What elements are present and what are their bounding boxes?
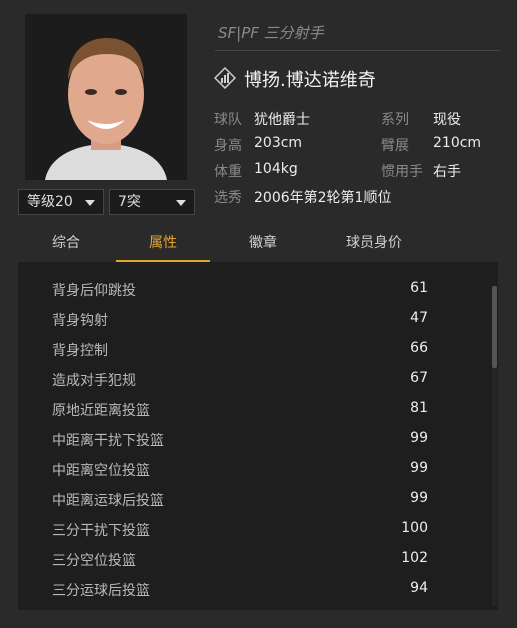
chevron-down-icon xyxy=(85,200,95,206)
level-dropdown[interactable]: 等级20 xyxy=(18,189,104,215)
info-team: 球队 犹他爵士 xyxy=(214,109,310,129)
attribute-name: 三分运球后投篮 xyxy=(52,583,150,599)
attribute-value: 81 xyxy=(410,400,428,416)
attribute-row: 三分运球后投篮 94 xyxy=(18,573,488,603)
attribute-value: 47 xyxy=(410,310,428,326)
info-draft-value: 2006年第2轮第1顺位 xyxy=(254,190,392,206)
attribute-name: 背身钩射 xyxy=(52,313,108,329)
attribute-value: 99 xyxy=(410,490,428,506)
attribute-name: 中距离空位投篮 xyxy=(52,463,150,479)
info-height-label: 身高 xyxy=(214,138,242,154)
info-series-value: 现役 xyxy=(433,112,461,128)
attribute-value: 94 xyxy=(410,580,428,596)
attribute-row: 中距离运球后投篮 99 xyxy=(18,483,488,513)
attribute-row: 中距离空位投篮 99 xyxy=(18,453,488,483)
attributes-panel: 背身后仰跳投 61 背身钩射 47 背身控制 66 造成对手犯规 67 原地近距离投篮 8… xyxy=(18,262,498,610)
player-photo xyxy=(25,14,187,180)
attribute-name: 背身后仰跳投 xyxy=(52,283,136,299)
attribute-name: 三分空位投篮 xyxy=(52,553,136,569)
attribute-row: 原地近距离投篮 81 xyxy=(18,393,488,423)
info-hand-value: 右手 xyxy=(433,164,461,180)
attribute-name: 中距离干扰下投篮 xyxy=(52,433,164,449)
info-series-label: 系列 xyxy=(381,112,409,128)
info-series: 系列 现役 xyxy=(381,109,461,129)
attribute-name: 背身控制 xyxy=(52,343,108,359)
info-height: 身高 203cm xyxy=(214,135,302,155)
info-weight-value: 104kg xyxy=(254,161,298,177)
attribute-row: 背身钩射 47 xyxy=(18,303,488,333)
player-name: 博扬.博达诺维奇 xyxy=(244,70,376,91)
attribute-row: 背身后仰跳投 61 xyxy=(18,273,488,303)
info-weight-label: 体重 xyxy=(214,164,242,180)
tab-player-value[interactable]: 球员身价 xyxy=(318,226,430,262)
info-draft: 选秀 2006年第2轮第1顺位 xyxy=(214,187,391,207)
player-tier-icon xyxy=(213,66,237,90)
info-weight: 体重 104kg xyxy=(214,161,298,181)
info-draft-label: 选秀 xyxy=(214,190,242,206)
tab-badges[interactable]: 徽章 xyxy=(223,226,303,262)
info-hand-label: 惯用手 xyxy=(381,164,423,180)
info-team-label: 球队 xyxy=(214,112,242,128)
info-hand: 惯用手 右手 xyxy=(381,161,461,181)
info-wingspan: 臂展 210cm xyxy=(381,135,481,155)
chevron-down-icon xyxy=(176,200,186,206)
attribute-row: 背身控制 66 xyxy=(18,333,488,363)
attribute-name: 三分干扰下投篮 xyxy=(52,523,150,539)
attribute-value: 100 xyxy=(401,520,428,536)
scrollbar-thumb[interactable] xyxy=(492,286,497,368)
attribute-row: 造成对手犯规 67 xyxy=(18,363,488,393)
level-dropdown-label: 等级20 xyxy=(27,194,73,210)
attribute-name: 中距离运球后投篮 xyxy=(52,493,164,509)
attribute-row: 中距离干扰下投篮 99 xyxy=(18,423,488,453)
info-wingspan-label: 臂展 xyxy=(381,138,409,154)
tab-bar: 综合 属性 徽章 球员身价 xyxy=(18,226,498,262)
breakthrough-dropdown[interactable]: 7突 xyxy=(109,189,195,215)
player-position: SF|PF 三分射手 xyxy=(218,24,324,42)
attribute-value: 99 xyxy=(410,430,428,446)
attribute-value: 61 xyxy=(410,280,428,296)
info-height-value: 203cm xyxy=(254,135,303,151)
info-team-value: 犹他爵士 xyxy=(254,112,310,128)
attribute-value: 67 xyxy=(410,370,428,386)
attribute-row: 三分空位投篮 102 xyxy=(18,543,488,573)
attribute-name: 造成对手犯规 xyxy=(52,373,136,389)
tab-overview[interactable]: 综合 xyxy=(26,226,106,262)
attribute-value: 99 xyxy=(410,460,428,476)
attribute-value: 66 xyxy=(410,340,428,356)
breakthrough-dropdown-label: 7突 xyxy=(118,194,141,210)
attribute-row: 三分干扰下投篮 100 xyxy=(18,513,488,543)
attribute-value: 102 xyxy=(401,550,428,566)
info-wingspan-value: 210cm xyxy=(433,135,482,151)
header-divider xyxy=(215,50,500,51)
attribute-name: 原地近距离投篮 xyxy=(52,403,150,419)
tab-attributes[interactable]: 属性 xyxy=(116,226,210,262)
